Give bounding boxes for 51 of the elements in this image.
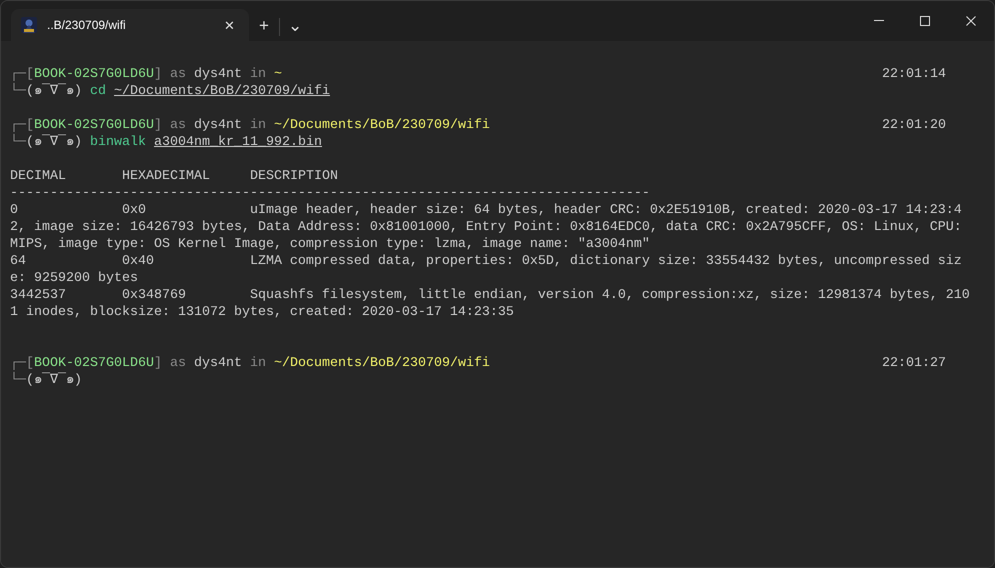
- user-name: dys4nt: [194, 67, 242, 82]
- current-path: ~/Documents/BoB/230709/wifi: [274, 356, 490, 371]
- prompt-time: 22:01:20: [882, 117, 946, 134]
- prompt-face: (๑¯∇¯๑): [26, 135, 82, 150]
- current-path: ~: [274, 67, 282, 82]
- prompt-time: 22:01:27: [882, 355, 946, 372]
- new-tab-button[interactable]: +: [249, 9, 279, 41]
- current-path: ~/Documents/BoB/230709/wifi: [274, 118, 490, 133]
- prompt-time: 22:01:14: [882, 66, 946, 83]
- prompt-word: as: [170, 118, 186, 133]
- command-argument: a3004nm_kr_11_992.bin: [154, 135, 322, 150]
- host-name: BOOK-02S7G0LD6U: [34, 356, 154, 371]
- box-corner: ┌─: [10, 356, 26, 371]
- close-icon[interactable]: [965, 15, 977, 27]
- command: binwalk: [90, 135, 146, 150]
- prompt-word: as: [170, 356, 186, 371]
- maximize-icon[interactable]: [919, 15, 931, 27]
- host-name: BOOK-02S7G0LD6U: [34, 67, 154, 82]
- user-name: dys4nt: [194, 356, 242, 371]
- output-row-text: 64 0x40 LZMA compressed data, properties: 0x5D, dictionary size: 33554432 bytes, uncompressed size: 9259200 bytes: [10, 253, 963, 287]
- prompt-word: in: [250, 118, 266, 133]
- column-header: HEXADECIMAL: [122, 169, 210, 184]
- close-tab-button[interactable]: ✕: [220, 18, 239, 32]
- bracket: ]: [154, 118, 162, 133]
- user-name: dys4nt: [194, 118, 242, 133]
- output-row: 3442537 0x348769 Squashfs filesystem, little endian, version 4.0, compression:xz, size: 12981374 bytes, 2101 inodes, blocksize: 131072 bytes, created: 2020-03-17 14:23:35: [10, 287, 970, 321]
- box-corner: └─: [10, 84, 26, 99]
- prompt-face: (๑¯∇¯๑): [26, 84, 82, 99]
- bracket: ]: [154, 356, 162, 371]
- column-header: DESCRIPTION: [250, 169, 338, 184]
- box-corner: ┌─: [10, 118, 26, 133]
- box-corner: └─: [10, 373, 26, 388]
- prompt-face: (๑¯∇¯๑): [26, 373, 82, 388]
- bracket: [: [26, 356, 34, 371]
- bracket: ]: [154, 67, 162, 82]
- box-corner: ┌─: [10, 67, 26, 82]
- command: cd: [90, 84, 106, 99]
- host-name: BOOK-02S7G0LD6U: [34, 118, 154, 133]
- dashed-rule: --------------------------------------------------------------------------------: [10, 186, 650, 201]
- bracket: [: [26, 67, 34, 82]
- bracket: [: [26, 118, 34, 133]
- prompt-word: in: [250, 67, 266, 82]
- terminal-tab[interactable]: ..B/230709/wifi ✕: [11, 9, 249, 41]
- app-icon: [21, 17, 37, 33]
- prompt-word: as: [170, 67, 186, 82]
- output-row-text: 0 0x0 uImage header, header size: 64 bytes, header CRC: 0x2E51910B, created: 2020-03-17 14:23:42, image size: 16426793 bytes, Data Address: 0x81001000, Entry Point: 0x8164EDC0, data CRC: 0x2A795CFF, OS: Linux, CPU: MIPS, image type: OS Kernel Image, compression type: lzma, image name: "a3004nm": [10, 202, 963, 253]
- command-argument: ~/Documents/BoB/230709/wifi: [114, 84, 330, 99]
- tab-dropdown-button[interactable]: ⌄: [280, 9, 310, 41]
- column-header: DECIMAL: [10, 169, 66, 184]
- box-corner: └─: [10, 135, 26, 150]
- prompt-word: in: [250, 356, 266, 371]
